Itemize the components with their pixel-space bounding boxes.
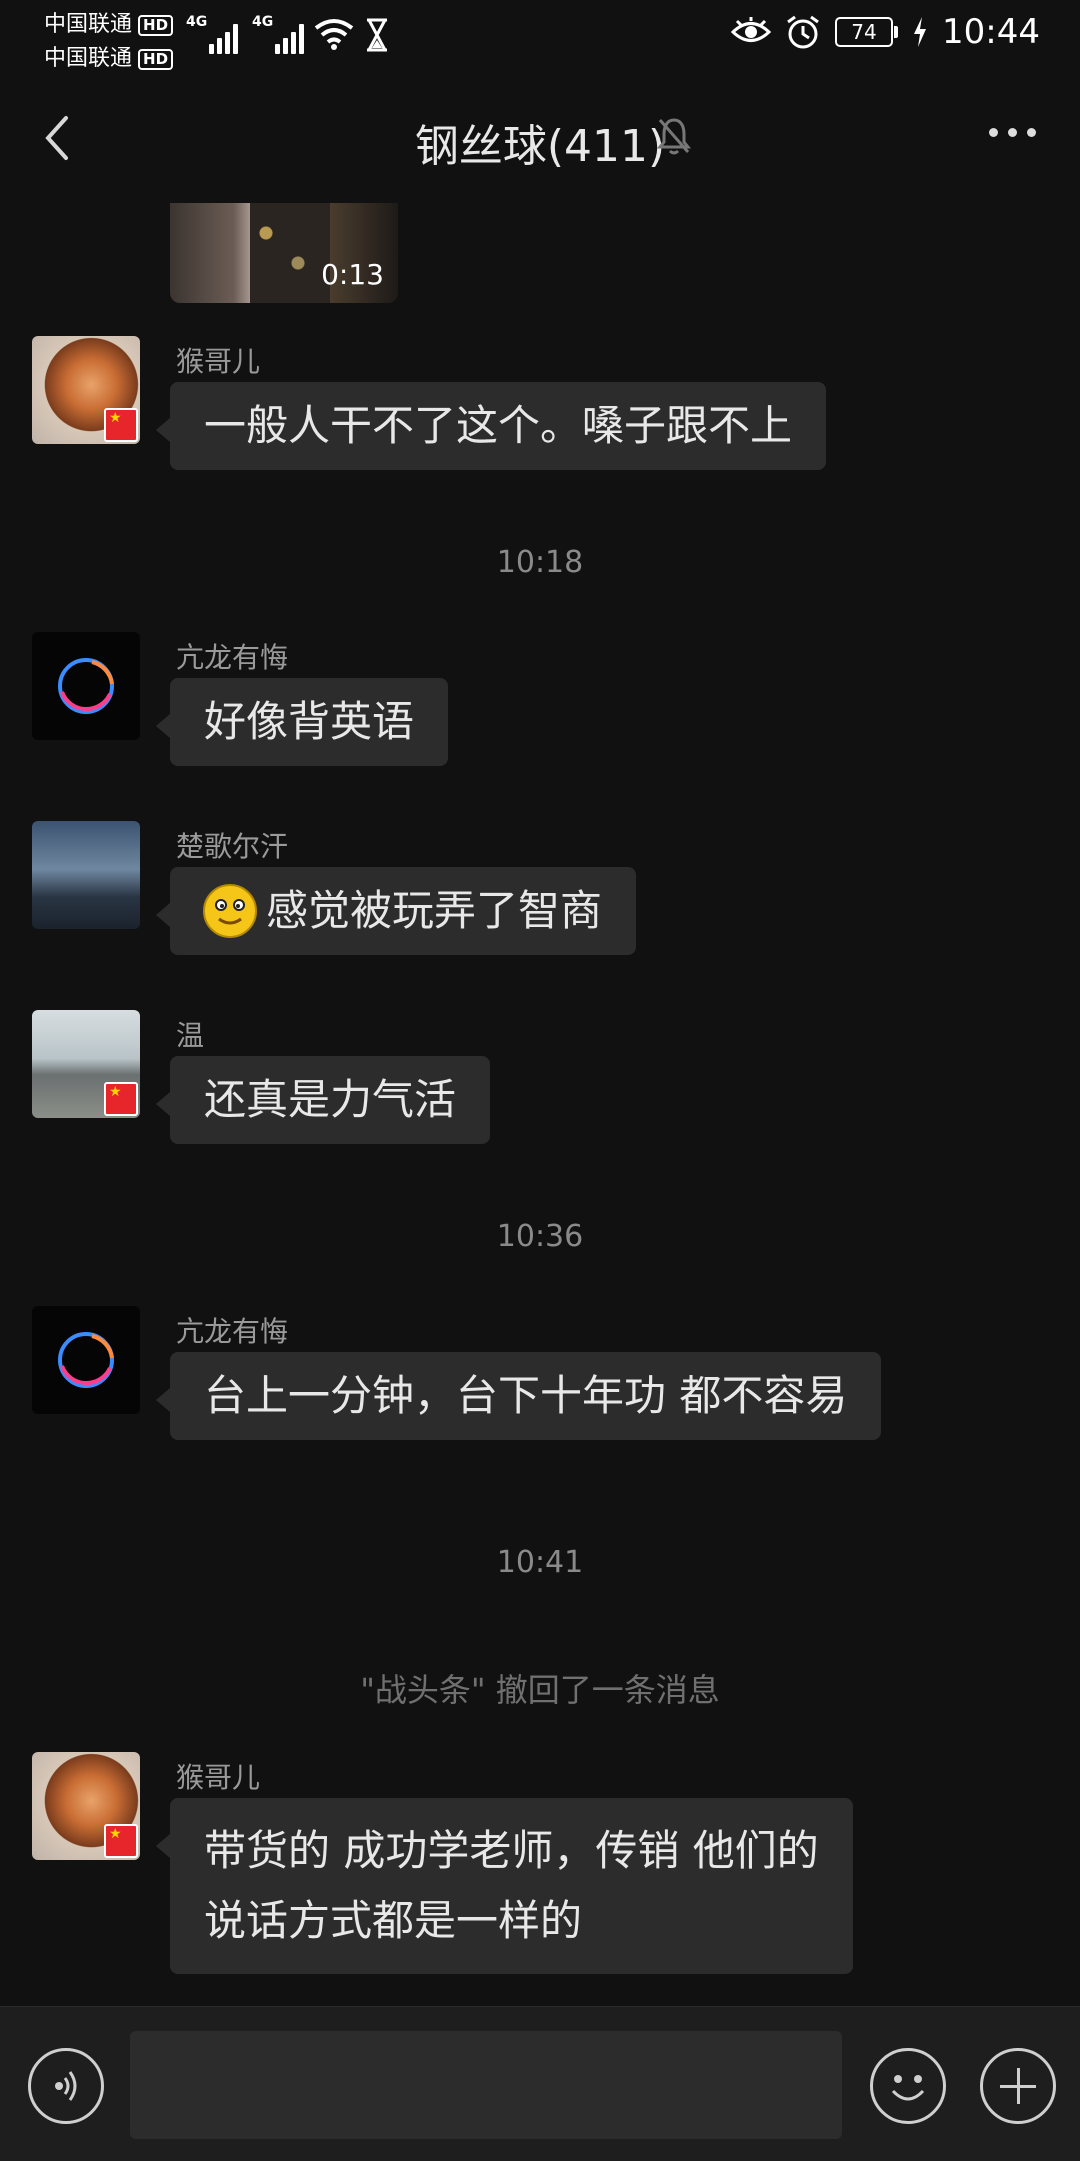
carrier-2: 中国联通 HD <box>44 40 174 72</box>
message-bubble[interactable]: 一般人干不了这个。嗓子跟不上 <box>155 382 827 470</box>
message-text: 感觉被玩弄了智商 <box>266 886 603 935</box>
timestamp: 10:41 <box>496 1545 584 1580</box>
sender-name: 温 <box>176 1019 205 1052</box>
sender-name: 楚歌尔汗 <box>176 830 289 863</box>
message-bubble[interactable]: 好像背英语 <box>155 678 449 766</box>
more-dots-icon[interactable] <box>989 128 1036 137</box>
sender-name: 亢龙有悔 <box>176 641 289 674</box>
eye-icon <box>731 17 772 42</box>
alarm-icon <box>787 15 819 49</box>
hd-badge: HD <box>138 48 174 70</box>
avatar[interactable] <box>32 1010 140 1118</box>
avatar[interactable] <box>32 632 140 740</box>
sender-name: 亢龙有悔 <box>176 1315 289 1348</box>
plus-icon[interactable] <box>980 2048 1056 2124</box>
emoji-icon[interactable] <box>870 2048 946 2124</box>
sender-name: 猴哥儿 <box>176 345 261 378</box>
avatar[interactable] <box>32 336 140 444</box>
carrier-1: 中国联通 HD <box>44 6 174 38</box>
avatar[interactable] <box>32 821 140 929</box>
signal-icon: 4G <box>186 14 241 54</box>
voice-icon[interactable] <box>28 2048 104 2124</box>
chat-title: 钢丝球(411) <box>414 121 666 172</box>
message-bubble[interactable]: 还真是力气活 <box>155 1056 491 1144</box>
signal-icon: 4G <box>252 14 307 54</box>
message-line: 说话方式都是一样的 <box>204 1896 583 1945</box>
video-message[interactable]: 0:13 <box>170 203 398 303</box>
timestamp: 10:36 <box>496 1219 584 1254</box>
clock: 10:44 <box>942 12 1040 52</box>
flag-icon <box>104 1082 138 1116</box>
avatar[interactable] <box>32 1752 140 1860</box>
ring-logo-icon <box>58 658 114 714</box>
chat-header: 钢丝球(411) <box>0 72 1080 204</box>
message-bubble[interactable]: 台上一分钟，台下十年功 都不容易 <box>155 1352 882 1440</box>
smile-emoji-icon <box>203 884 257 938</box>
video-duration: 0:13 <box>321 258 384 291</box>
flag-icon <box>104 1824 138 1858</box>
sender-name: 猴哥儿 <box>176 1761 261 1794</box>
avatar[interactable] <box>32 1306 140 1414</box>
status-bar: 中国联通 HD 中国联通 HD 4G 4G 74 10:44 <box>0 0 1080 72</box>
battery-indicator: 74 <box>835 17 899 47</box>
ring-logo-icon <box>58 1332 114 1388</box>
bell-off-icon <box>656 118 692 155</box>
hourglass-icon <box>367 18 387 52</box>
recall-notice: "战头条" 撤回了一条消息 <box>360 1671 720 1709</box>
message-bubble[interactable]: 带货的 成功学老师，传销 他们的 说话方式都是一样的 <box>156 1798 853 1974</box>
input-bar <box>0 2006 1080 2161</box>
message-input[interactable] <box>130 2031 842 2139</box>
flag-icon <box>104 408 138 442</box>
wifi-icon <box>314 19 354 50</box>
hd-badge: HD <box>138 14 174 36</box>
timestamp: 10:18 <box>496 545 584 580</box>
message-bubble[interactable]: 感觉被玩弄了智商 <box>155 867 637 955</box>
message-line: 带货的 成功学老师，传销 他们的 <box>204 1826 819 1875</box>
charging-icon <box>914 17 927 47</box>
